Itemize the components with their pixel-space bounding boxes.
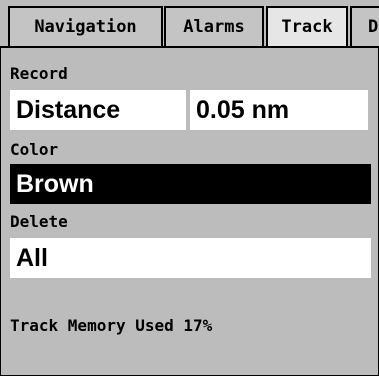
record-mode-field[interactable]: Distance (10, 90, 186, 130)
track-memory-status: Track Memory Used 17% (10, 316, 213, 335)
color-field[interactable]: Brown (10, 164, 371, 204)
tab-bar: Navigation Alarms Track D (0, 0, 379, 48)
tab-track[interactable]: Track (266, 6, 348, 46)
record-label: Record (10, 64, 68, 83)
color-label: Color (10, 140, 59, 159)
delete-field[interactable]: All (10, 238, 371, 278)
tab-d[interactable]: D (350, 6, 379, 46)
record-interval-field[interactable]: 0.05 nm (190, 90, 368, 130)
tab-alarms[interactable]: Alarms (164, 6, 264, 46)
tab-navigation[interactable]: Navigation (8, 6, 163, 46)
delete-label: Delete (10, 212, 68, 231)
